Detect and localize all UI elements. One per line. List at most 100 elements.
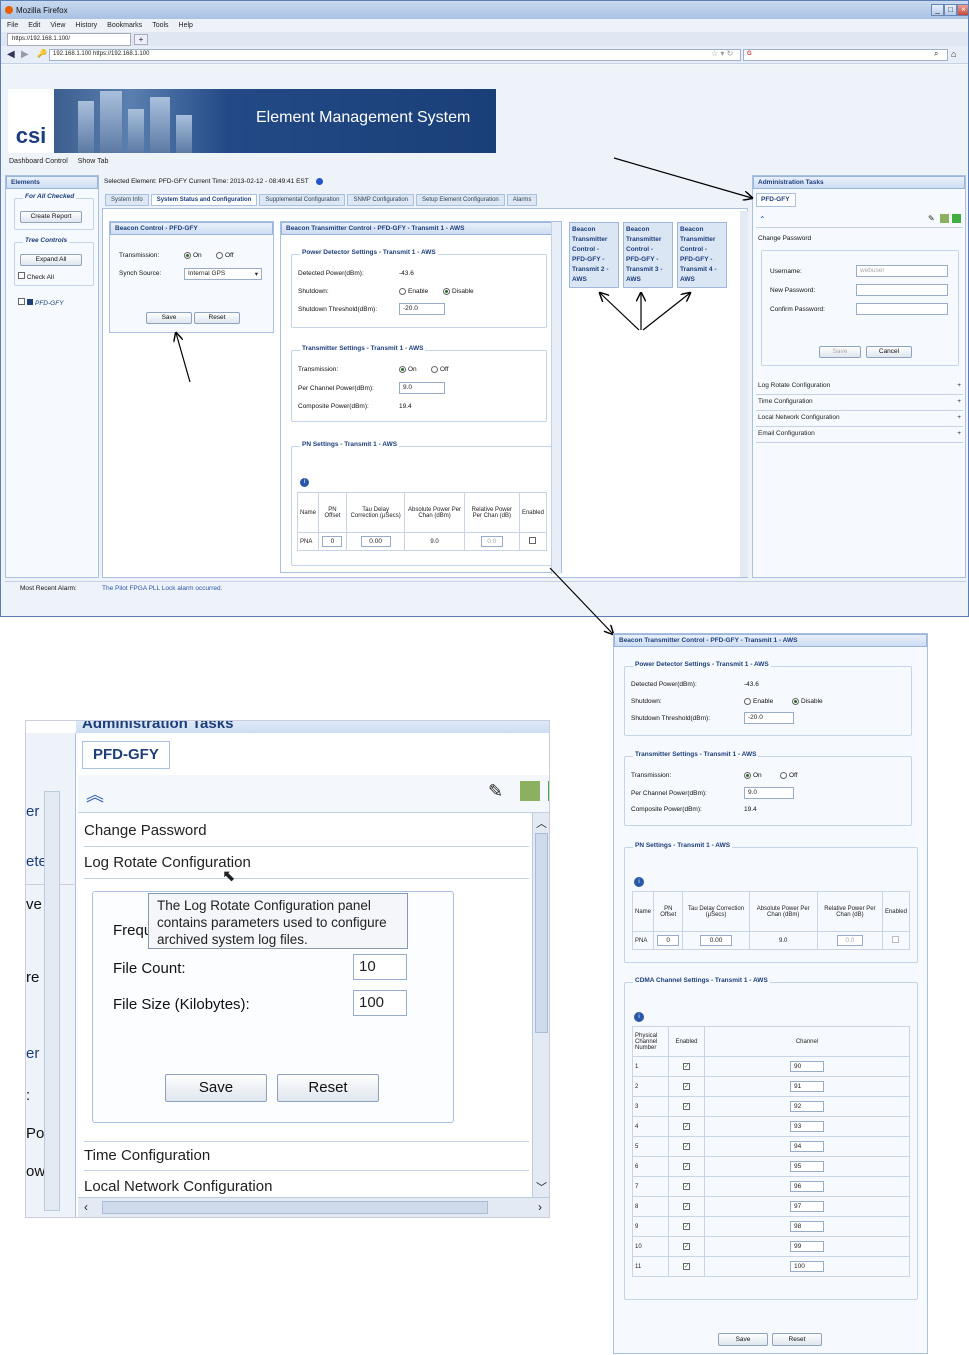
cdma-channel-input[interactable]: 90 bbox=[790, 1061, 824, 1072]
search-icon[interactable]: ⌕ bbox=[934, 49, 938, 59]
zoom-bottom-scrollbar[interactable]: ‹ › bbox=[78, 1197, 549, 1217]
zoom-time-config[interactable]: Time Configuration bbox=[84, 1141, 529, 1171]
identity-icon[interactable]: 🔑 bbox=[37, 49, 47, 58]
cdma-channel-input[interactable]: 100 bbox=[790, 1261, 824, 1272]
menu-tools[interactable]: Tools bbox=[152, 22, 168, 29]
synch-source-select[interactable]: Internal GPS ▾ bbox=[184, 268, 262, 280]
cdma-channel-input[interactable]: 91 bbox=[790, 1081, 824, 1092]
collapse-up-icon[interactable]: ︽ bbox=[86, 781, 104, 807]
zp-per-channel-input[interactable]: 9.0 bbox=[744, 787, 794, 799]
refresh-icon[interactable] bbox=[952, 214, 961, 223]
forward-icon[interactable]: ▶ bbox=[21, 49, 29, 60]
transmission-off-radio[interactable]: Off bbox=[216, 252, 234, 259]
download-icon[interactable] bbox=[940, 214, 949, 223]
shutdown-disable-radio[interactable]: Disable bbox=[443, 288, 474, 295]
cdma-channel-input[interactable]: 92 bbox=[790, 1101, 824, 1112]
cdma-channel-input[interactable]: 99 bbox=[790, 1241, 824, 1252]
tx-on-radio[interactable]: On bbox=[399, 366, 417, 373]
zp-disable-radio[interactable]: Disable bbox=[792, 698, 823, 705]
beacon-reset-button[interactable]: Reset bbox=[194, 312, 240, 324]
cdma-channel-input[interactable]: 95 bbox=[790, 1161, 824, 1172]
menu-bookmarks[interactable]: Bookmarks bbox=[107, 22, 142, 29]
cdma-enabled-checkbox[interactable]: ✓ bbox=[683, 1083, 690, 1090]
zoom-save-button[interactable]: Save bbox=[165, 1074, 267, 1102]
maximize-button[interactable]: □ bbox=[944, 4, 957, 16]
file-size-input[interactable]: 100 bbox=[353, 990, 407, 1016]
zp-save-button[interactable]: Save bbox=[718, 1333, 768, 1346]
zp-pn-enabled-checkbox[interactable] bbox=[881, 931, 911, 950]
beacon-save-button[interactable]: Save bbox=[146, 312, 192, 324]
zp-pn-offset-input[interactable]: 0 bbox=[653, 931, 684, 950]
cdma-enabled-checkbox[interactable]: ✓ bbox=[683, 1143, 690, 1150]
tab-snmp[interactable]: SNMP Configuration bbox=[347, 194, 415, 206]
info-icon[interactable]: i bbox=[300, 478, 309, 487]
menu-edit[interactable]: Edit bbox=[28, 22, 40, 29]
cdma-enabled-checkbox[interactable]: ✓ bbox=[683, 1103, 690, 1110]
tab-alarms[interactable]: Alarms bbox=[506, 194, 538, 206]
transmission-on-radio[interactable]: On bbox=[184, 252, 202, 259]
admin-tab-pfd-gfy[interactable]: PFD-GFY bbox=[756, 193, 796, 207]
per-channel-input[interactable]: 9.0 bbox=[399, 382, 445, 394]
back-icon[interactable]: ◀ bbox=[7, 49, 15, 60]
beacon-transmit-4[interactable]: Beacon Transmitter Control - PFD-GFY - T… bbox=[677, 222, 727, 288]
tab-setup-element[interactable]: Setup Element Configuration bbox=[416, 194, 505, 206]
section-email[interactable]: Email Configuration + bbox=[756, 427, 963, 443]
pn-rel-power-input[interactable]: 0.0 bbox=[463, 532, 520, 551]
cdma-channel-input[interactable]: 98 bbox=[790, 1221, 824, 1232]
admin-cancel-button[interactable]: Cancel bbox=[866, 346, 912, 358]
close-window-button[interactable]: × bbox=[957, 4, 968, 16]
collapse-up-icon[interactable]: ⌃ bbox=[759, 215, 766, 224]
beacon-transmit-2[interactable]: Beacon Transmitter Control - PFD-GFY - T… bbox=[569, 222, 619, 288]
zp-threshold-input[interactable]: -20.0 bbox=[744, 712, 794, 724]
file-count-input[interactable]: 10 bbox=[353, 954, 407, 980]
pn-offset-input[interactable]: 0 bbox=[318, 532, 347, 551]
expand-all-button[interactable]: Expand All bbox=[20, 254, 82, 266]
cdma-enabled-checkbox[interactable]: ✓ bbox=[683, 1063, 690, 1070]
tx-off-radio[interactable]: Off bbox=[431, 366, 449, 373]
menu-help[interactable]: Help bbox=[179, 22, 193, 29]
cdma-enabled-checkbox[interactable]: ✓ bbox=[683, 1163, 690, 1170]
check-all-checkbox[interactable]: Check All bbox=[18, 272, 54, 281]
menu-history[interactable]: History bbox=[75, 22, 97, 29]
minimize-button[interactable]: _ bbox=[931, 4, 944, 16]
zoom-tab-pfd-gfy[interactable]: PFD-GFY bbox=[82, 741, 170, 769]
section-local-network[interactable]: Local Network Configuration + bbox=[756, 411, 963, 427]
tab-system-info[interactable]: System Info bbox=[105, 194, 149, 206]
section-time[interactable]: Time Configuration + bbox=[756, 395, 963, 411]
shutdown-enable-radio[interactable]: Enable bbox=[399, 288, 428, 295]
cdma-enabled-checkbox[interactable]: ✓ bbox=[683, 1183, 690, 1190]
tab-system-status[interactable]: System Status and Configuration bbox=[150, 194, 258, 206]
search-box[interactable]: G bbox=[743, 49, 948, 61]
zp-on-radio[interactable]: On bbox=[744, 772, 762, 779]
cdma-channel-input[interactable]: 96 bbox=[790, 1181, 824, 1192]
cdma-channel-input[interactable]: 97 bbox=[790, 1201, 824, 1212]
new-tab-button[interactable]: + bbox=[134, 34, 148, 45]
menu-file[interactable]: File bbox=[7, 22, 18, 29]
new-password-input[interactable] bbox=[856, 284, 948, 296]
transmitter-scrollbar[interactable] bbox=[551, 222, 561, 574]
cdma-enabled-checkbox[interactable]: ✓ bbox=[683, 1223, 690, 1230]
admin-save-button[interactable]: Save bbox=[819, 346, 861, 358]
confirm-password-input[interactable] bbox=[856, 303, 948, 315]
cdma-channel-input[interactable]: 94 bbox=[790, 1141, 824, 1152]
cdma-enabled-checkbox[interactable]: ✓ bbox=[683, 1123, 690, 1130]
pn-tau-input[interactable]: 0.00 bbox=[345, 532, 406, 551]
cdma-enabled-checkbox[interactable]: ✓ bbox=[683, 1203, 690, 1210]
zp-pn-tau-input[interactable]: 0.00 bbox=[682, 931, 750, 950]
menu-view[interactable]: View bbox=[50, 22, 65, 29]
zoom-right-scrollbar[interactable]: ︿ ﹀ bbox=[532, 813, 549, 1197]
pin-icon[interactable]: ✎ bbox=[488, 781, 503, 802]
download-icon[interactable] bbox=[520, 781, 540, 801]
pn-enabled-checkbox[interactable] bbox=[518, 532, 548, 551]
cdma-enabled-checkbox[interactable]: ✓ bbox=[683, 1263, 690, 1270]
threshold-input[interactable]: -20.0 bbox=[399, 303, 445, 315]
pin-icon[interactable]: ✎ bbox=[928, 214, 935, 223]
cdma-enabled-checkbox[interactable]: ✓ bbox=[683, 1243, 690, 1250]
refresh-icon[interactable] bbox=[548, 781, 549, 801]
username-input[interactable]: webuser bbox=[856, 265, 948, 277]
show-tab-button[interactable]: Show Tab bbox=[78, 158, 109, 165]
dashboard-control-button[interactable]: Dashboard Control bbox=[9, 158, 68, 165]
zoom-log-rotate-header[interactable]: Log Rotate Configuration bbox=[84, 849, 529, 879]
recent-alarm-text[interactable]: The Pilot FPGA PLL Lock alarm occurred. bbox=[102, 585, 222, 592]
info-icon[interactable]: i bbox=[634, 1012, 644, 1022]
